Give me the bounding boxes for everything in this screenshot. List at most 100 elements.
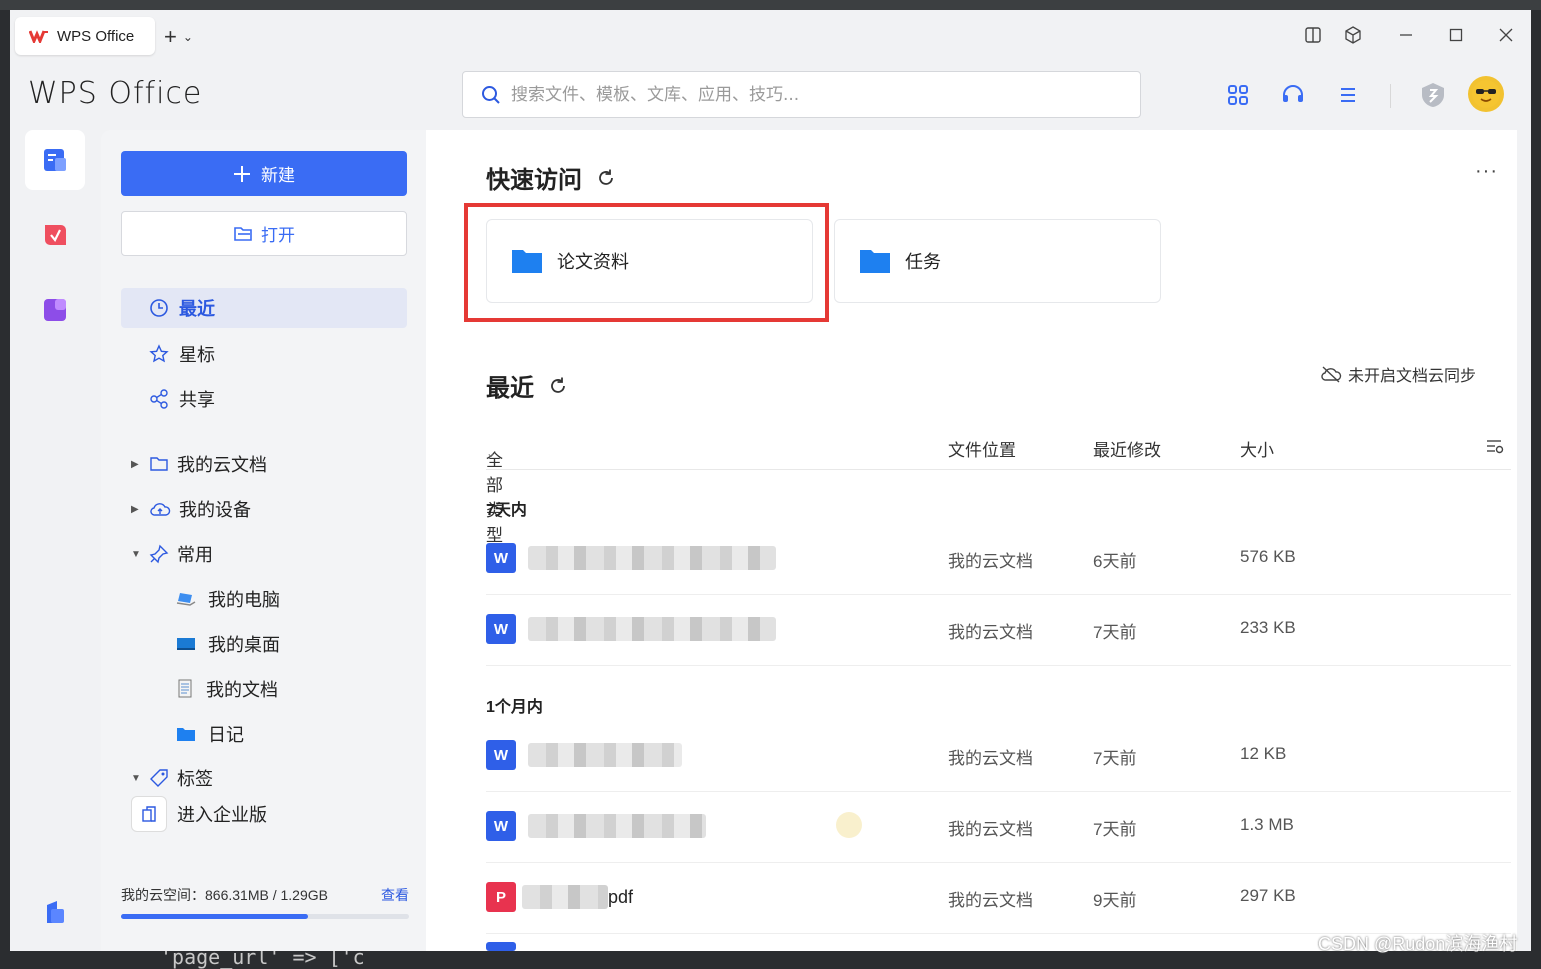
common-item-label: 日记 [208, 725, 244, 745]
close-button[interactable] [1491, 22, 1521, 48]
new-button[interactable]: 新建 [121, 151, 407, 196]
file-ext: pdf [608, 886, 634, 907]
rail-documents[interactable] [25, 130, 85, 190]
nav-label: 星标 [179, 345, 215, 365]
tree-tags[interactable]: ▼ 标签 [131, 758, 213, 798]
folder-icon [177, 728, 195, 741]
laptop-icon [176, 593, 196, 606]
nav-starred[interactable]: 星标 [121, 334, 407, 374]
new-tab-button[interactable]: + ⌄ [164, 24, 193, 50]
file-modified: 6天前 [1093, 552, 1137, 571]
tab-wps-office[interactable]: WPS Office [15, 17, 155, 55]
app-toolbar: WPS Office [10, 62, 1531, 130]
folder-outline-icon [150, 457, 168, 471]
tree-my-cloud-docs[interactable]: ▶ 我的云文档 [131, 444, 267, 484]
storage-view-link[interactable]: 查看 [381, 885, 409, 905]
quick-access-title: 快速访问 [486, 167, 582, 194]
open-button[interactable]: 打开 [121, 211, 407, 256]
collapse-arrow-icon[interactable]: ▼ [131, 773, 141, 784]
quick-access-header: 快速访问 [486, 160, 616, 195]
file-row[interactable]: W 我的云文档 6天前 576 KB [486, 524, 1511, 595]
titlebar: WPS Office + ⌄ [10, 10, 1531, 62]
background-editor-tabs [0, 0, 1541, 10]
file-modified: 9天前 [1093, 891, 1137, 910]
common-item-diary[interactable]: 日记 [176, 714, 244, 754]
cloud-files-icon [47, 901, 64, 923]
tree-label: 我的云文档 [177, 455, 267, 475]
recent-table-header: 全部类型 ⌄ 文件位置 最近修改 大小 [486, 426, 1511, 545]
pdf-doc-icon: P [486, 882, 516, 912]
word-doc-icon: W [486, 811, 516, 841]
expand-arrow-icon[interactable]: ▶ [131, 459, 141, 470]
rail-cloud[interactable] [25, 882, 85, 942]
file-location: 我的云文档 [948, 820, 1033, 839]
common-item-my-computer[interactable]: 我的电脑 [176, 579, 280, 619]
redacted-filename [522, 885, 608, 909]
cube-icon[interactable] [1338, 22, 1368, 48]
headset-icon[interactable] [1278, 80, 1308, 110]
column-location[interactable]: 文件位置 [948, 436, 1016, 461]
common-item-label: 我的文档 [206, 680, 278, 700]
quick-access-label: 任务 [905, 252, 941, 272]
refresh-icon[interactable] [548, 376, 568, 396]
enterprise-entry[interactable]: 进入企业版 [131, 794, 267, 834]
tree-label: 常用 [177, 545, 213, 565]
file-row[interactable]: W 我的云文档 7天前 233 KB [486, 595, 1511, 666]
search-icon [482, 85, 500, 104]
shield-membership-icon[interactable] [1418, 80, 1448, 110]
file-name [528, 742, 682, 768]
storage-progress-bar [121, 914, 409, 919]
more-options-icon[interactable]: ··· [1475, 160, 1498, 183]
common-item-my-desktop[interactable]: 我的桌面 [176, 624, 280, 664]
layout-icon[interactable] [1298, 22, 1328, 48]
expand-arrow-icon[interactable]: ▶ [131, 504, 141, 515]
group-label: 1个月内 [486, 699, 543, 716]
menu-icon[interactable] [1333, 80, 1363, 110]
maximize-button[interactable] [1441, 22, 1471, 48]
folder-icon [860, 250, 890, 273]
document-icon [178, 679, 192, 698]
file-row[interactable]: P pdf 我的云文档 9天前 297 KB [486, 863, 1511, 934]
collapse-arrow-icon[interactable]: ▼ [131, 549, 141, 560]
file-row[interactable]: W 我的云文档 7天前 12 KB [486, 721, 1511, 792]
tree-my-devices[interactable]: ▶ 我的设备 [131, 489, 251, 529]
search-input[interactable] [511, 84, 1111, 105]
common-item-my-documents[interactable]: 我的文档 [176, 669, 278, 709]
column-size[interactable]: 大小 [1240, 436, 1274, 461]
nav-recent[interactable]: 最近 [121, 288, 407, 328]
quick-access-card[interactable]: 任务 [834, 219, 1161, 303]
minimize-button[interactable] [1391, 22, 1421, 48]
redacted-filename [528, 814, 706, 838]
apps-grid-icon[interactable] [1223, 80, 1253, 110]
sync-status-text: 未开启文档云同步 [1348, 368, 1477, 385]
tree-common[interactable]: ▼ 常用 [131, 534, 213, 574]
nav-shared[interactable]: 共享 [121, 379, 407, 419]
user-avatar[interactable] [1468, 76, 1504, 112]
file-modified: 7天前 [1093, 749, 1137, 768]
file-size: 233 KB [1240, 618, 1296, 637]
file-location: 我的云文档 [948, 891, 1033, 910]
clock-icon [150, 299, 168, 317]
pdf-app-icon [45, 225, 66, 245]
pin-icon [149, 544, 169, 564]
open-folder-icon [234, 226, 252, 241]
rail-apps[interactable] [25, 280, 85, 340]
file-size: 297 KB [1240, 886, 1296, 905]
storage-text: 我的云空间：866.31MB / 1.29GB [121, 887, 328, 903]
search-box[interactable] [462, 71, 1141, 118]
refresh-icon[interactable] [596, 168, 616, 188]
file-size: 576 KB [1240, 547, 1296, 566]
tab-title: WPS Office [57, 27, 135, 45]
storage-progress-fill [121, 914, 309, 919]
column-settings-icon[interactable] [1486, 438, 1504, 461]
cloud-sync-status[interactable]: 未开启文档云同步 [1320, 362, 1476, 386]
file-name [528, 813, 706, 839]
main-content: 快速访问 ··· 论文资料 任务 最近 未开启文档云同步 全部类型 ⌄ 文件位置… [426, 130, 1517, 951]
rail-pdf[interactable] [25, 205, 85, 265]
plus-icon [234, 165, 250, 182]
file-row[interactable]: W 我的云文档 7天前 1.3 MB [486, 792, 1511, 863]
share-icon [150, 389, 168, 409]
highlight-annotation-box [464, 203, 829, 322]
sidebar: 新建 打开 最近 星标 共享 ▶ 我的云文档 ▶ 我的设备 ▼ 常用 我的电脑 … [101, 130, 426, 951]
column-modified[interactable]: 最近修改 [1093, 436, 1161, 461]
